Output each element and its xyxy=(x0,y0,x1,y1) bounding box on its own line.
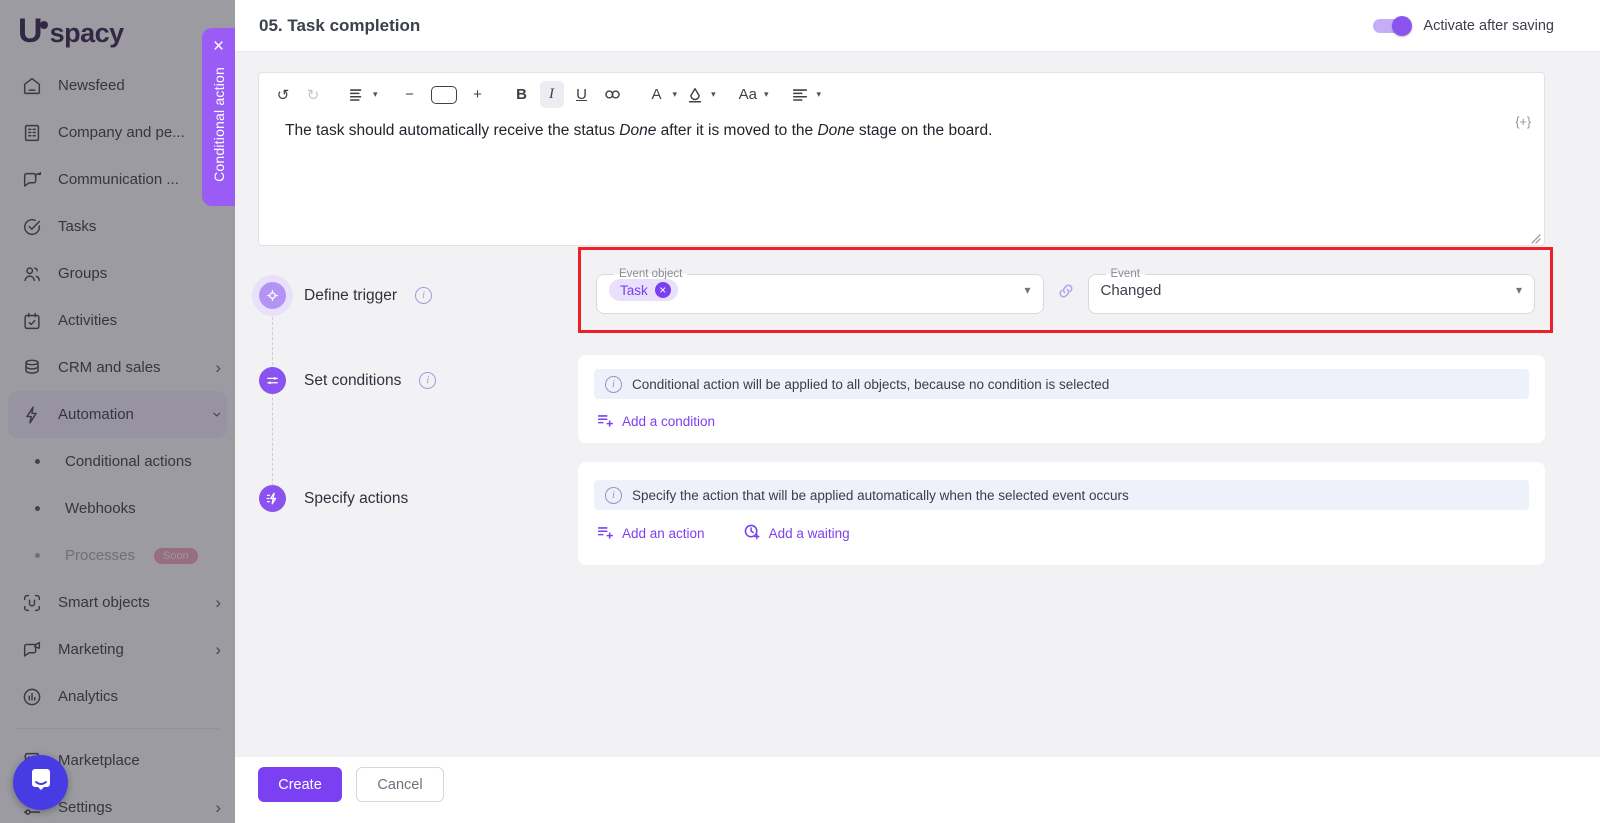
undo-button[interactable]: ↺ xyxy=(271,81,295,108)
trigger-step-icon xyxy=(259,282,286,309)
actions-info-banner: i Specify the action that will be applie… xyxy=(594,480,1529,510)
toggle-knob xyxy=(1392,15,1413,36)
font-size-box[interactable] xyxy=(428,81,460,108)
add-waiting-button[interactable]: Add a waiting xyxy=(743,523,850,544)
event-object-select[interactable]: Event object Task × ▾ xyxy=(596,268,1044,314)
step-define-trigger: Define trigger i xyxy=(259,282,433,309)
tab-label: Conditional action xyxy=(210,67,227,182)
step-set-conditions: Set conditions i xyxy=(259,367,437,394)
bold-button[interactable]: B xyxy=(510,81,534,108)
line-spacing-button[interactable] xyxy=(345,81,369,108)
text-case-caret[interactable]: ▾ xyxy=(764,89,769,100)
close-icon[interactable]: × xyxy=(213,36,224,58)
conditions-info-icon[interactable]: i xyxy=(419,372,437,389)
actions-card: i Specify the action that will be applie… xyxy=(578,462,1545,565)
italic-button[interactable]: I xyxy=(539,81,564,108)
add-action-button[interactable]: Add an action xyxy=(596,523,705,544)
app-window: U spacy Newsfeed Company and pe... › Com… xyxy=(0,0,1600,823)
slideover-panel: 05. Task completion Activate after savin… xyxy=(235,0,1600,823)
font-size-increase-button[interactable]: + xyxy=(466,81,490,108)
event-value: Changed xyxy=(1100,281,1162,299)
highlight-color-caret[interactable]: ▾ xyxy=(711,89,716,100)
redo-button[interactable]: ↻ xyxy=(301,81,325,108)
text-color-caret[interactable]: ▾ xyxy=(673,89,678,100)
add-condition-button[interactable]: Add a condition xyxy=(596,411,715,432)
trigger-step-label: Define trigger xyxy=(304,286,398,304)
step-specify-actions: Specify actions xyxy=(259,485,408,512)
chat-widget-button[interactable] xyxy=(13,755,68,810)
actions-step-icon xyxy=(259,485,286,512)
description-editor: ↺ ↻ ▾ − + B I U A ▾ ▾ Aa ▾ ▾ The task sh… xyxy=(258,72,1545,246)
conditions-info-banner: i Conditional action will be applied to … xyxy=(594,369,1529,399)
conditions-card: i Conditional action will be applied to … xyxy=(578,355,1545,443)
clock-plus-icon xyxy=(743,523,761,544)
trigger-highlight-rectangle: Event object Task × ▾ Event Changed ▾ xyxy=(578,247,1553,333)
align-caret[interactable]: ▾ xyxy=(816,89,821,100)
conditions-step-icon xyxy=(259,367,286,394)
trigger-info-icon[interactable]: i xyxy=(415,287,433,304)
actions-step-label: Specify actions xyxy=(304,489,409,507)
list-plus-icon xyxy=(596,523,614,544)
link-chain-icon xyxy=(1056,281,1076,301)
align-button[interactable] xyxy=(788,81,812,108)
chat-bubble-icon xyxy=(27,766,55,799)
create-button[interactable]: Create xyxy=(258,767,342,802)
insert-variable-button[interactable]: {+} xyxy=(1515,115,1531,129)
modal-scrim xyxy=(0,0,235,823)
activate-toggle[interactable] xyxy=(1373,15,1413,36)
event-label: Event xyxy=(1110,268,1140,280)
conditional-action-tab[interactable]: × Conditional action xyxy=(202,28,235,206)
link-button[interactable] xyxy=(600,81,625,108)
info-icon: i xyxy=(605,375,622,393)
editor-toolbar: ↺ ↻ ▾ − + B I U A ▾ ▾ Aa ▾ ▾ xyxy=(259,73,1544,110)
text-color-button[interactable]: A xyxy=(645,81,669,108)
panel-footer: Create Cancel xyxy=(235,757,1600,823)
event-select[interactable]: Event Changed ▾ xyxy=(1087,268,1535,314)
dropdown-arrow-icon[interactable]: ▾ xyxy=(1024,283,1030,297)
conditions-step-label: Set conditions xyxy=(304,371,402,389)
chip-remove-icon[interactable]: × xyxy=(654,282,671,298)
page-title: 05. Task completion xyxy=(259,15,421,35)
editor-resize-handle[interactable] xyxy=(1530,231,1541,244)
list-plus-icon xyxy=(596,411,614,432)
task-chip[interactable]: Task × xyxy=(609,279,678,301)
activate-toggle-label: Activate after saving xyxy=(1423,17,1554,34)
text-case-button[interactable]: Aa xyxy=(736,81,760,108)
line-spacing-caret[interactable]: ▾ xyxy=(373,89,378,100)
font-size-decrease-button[interactable]: − xyxy=(398,81,422,108)
underline-button[interactable]: U xyxy=(570,81,594,108)
dropdown-arrow-icon[interactable]: ▾ xyxy=(1516,283,1522,297)
cancel-button[interactable]: Cancel xyxy=(356,767,444,802)
highlight-color-button[interactable] xyxy=(683,81,707,108)
info-icon: i xyxy=(605,486,622,504)
activate-toggle-group: Activate after saving xyxy=(1373,15,1554,36)
panel-header: 05. Task completion Activate after savin… xyxy=(235,0,1600,52)
steps-connector-line xyxy=(272,312,273,486)
editor-content[interactable]: The task should automatically receive th… xyxy=(259,110,1544,210)
